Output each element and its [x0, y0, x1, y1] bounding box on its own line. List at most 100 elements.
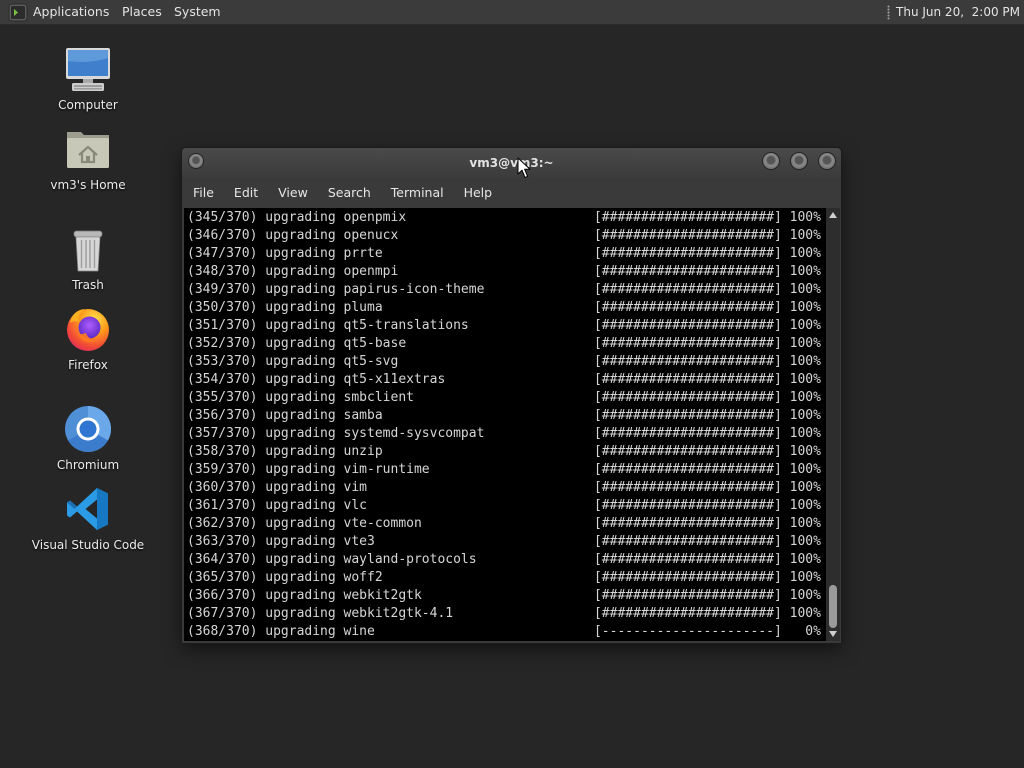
line-percent: 100% [789, 282, 821, 297]
terminal-line: (368/370) upgrading wine [---------------… [187, 623, 826, 641]
line-message: (365/370) upgrading woff2 [187, 570, 383, 585]
line-message: (352/370) upgrading qt5-base [187, 336, 407, 351]
line-message: (347/370) upgrading prrte [187, 246, 383, 261]
terminal-line: (362/370) upgrading vte-common [#########… [187, 515, 826, 533]
line-message: (357/370) upgrading systemd-sysvcompat [187, 426, 485, 441]
close-button[interactable] [819, 153, 835, 169]
line-progress-bar: [######################] [593, 264, 782, 279]
line-progress-bar: [######################] [593, 390, 782, 405]
line-percent: 100% [789, 210, 821, 225]
menu-applications[interactable]: Applications [33, 0, 109, 24]
terminal-line: (353/370) upgrading qt5-svg [############… [187, 353, 826, 371]
top-panel: Applications Places System Thu Jun 20, 2… [0, 0, 1024, 25]
line-message: (366/370) upgrading webkit2gtk [187, 588, 422, 603]
maximize-button[interactable] [791, 153, 807, 169]
terminal-line: (354/370) upgrading qt5-x11extras [######… [187, 371, 826, 389]
terminal-line: (360/370) upgrading vim [################… [187, 479, 826, 497]
line-message: (349/370) upgrading papirus-icon-theme [187, 282, 485, 297]
scroll-up-arrow-icon[interactable] [829, 212, 837, 218]
line-percent: 100% [789, 480, 821, 495]
menu-terminal[interactable]: Terminal [391, 178, 444, 208]
desktop-icon-label: Chromium [56, 458, 120, 472]
menu-search[interactable]: Search [328, 178, 371, 208]
line-percent: 100% [789, 498, 821, 513]
line-message: (346/370) upgrading openucx [187, 228, 399, 243]
line-message: (367/370) upgrading webkit2gtk-4.1 [187, 606, 454, 621]
terminal-window[interactable]: vm3@vm3:~ File Edit View Search Terminal… [182, 148, 841, 643]
line-percent: 100% [789, 426, 821, 441]
menu-view[interactable]: View [278, 178, 308, 208]
home-folder-icon [64, 125, 112, 173]
menu-system[interactable]: System [174, 0, 221, 24]
title-bar[interactable]: vm3@vm3:~ [182, 148, 841, 178]
line-message: (368/370) upgrading wine [187, 624, 375, 639]
computer-icon [64, 45, 112, 93]
scrollbar-thumb[interactable] [829, 585, 837, 628]
line-percent: 100% [789, 300, 821, 315]
mouse-cursor-icon [517, 157, 531, 179]
terminal-line: (365/370) upgrading woff2 [##############… [187, 569, 826, 587]
line-progress-bar: [######################] [593, 480, 782, 495]
line-progress-bar: [######################] [593, 408, 782, 423]
terminal-line: (361/370) upgrading vlc [################… [187, 497, 826, 515]
line-progress-bar: [######################] [593, 534, 782, 549]
line-message: (360/370) upgrading vim [187, 480, 368, 495]
line-progress-bar: [######################] [593, 606, 782, 621]
scrollbar[interactable] [826, 208, 840, 641]
scroll-down-arrow-icon[interactable] [829, 631, 837, 637]
desktop-icon-computer[interactable]: Computer [18, 45, 158, 113]
line-message: (356/370) upgrading samba [187, 408, 383, 423]
terminal-line: (345/370) upgrading openpmix [###########… [187, 209, 826, 227]
line-percent: 100% [789, 354, 821, 369]
desktop-icon-label: Computer [58, 98, 118, 112]
menu-bar: File Edit View Search Terminal Help [182, 178, 841, 208]
line-percent: 100% [789, 570, 821, 585]
desktop-icon-chromium[interactable]: Chromium [18, 405, 158, 473]
desktop-icon-home[interactable]: vm3's Home [18, 125, 158, 193]
line-progress-bar: [######################] [593, 444, 782, 459]
line-progress-bar: [######################] [593, 588, 782, 603]
desktop-icon-firefox[interactable]: Firefox [18, 305, 158, 373]
terminal-line: (356/370) upgrading samba [##############… [187, 407, 826, 425]
desktop-icon-trash[interactable]: Trash [18, 225, 158, 293]
terminal-line: (367/370) upgrading webkit2gtk-4.1 [#####… [187, 605, 826, 623]
terminal-line: (355/370) upgrading smbclient [##########… [187, 389, 826, 407]
terminal-line: (351/370) upgrading qt5-translations [###… [187, 317, 826, 335]
terminal-line: (346/370) upgrading openucx [############… [187, 227, 826, 245]
terminal-line: (347/370) upgrading prrte [##############… [187, 245, 826, 263]
line-progress-bar: [######################] [593, 498, 782, 513]
line-percent: 100% [789, 534, 821, 549]
desktop-icon-label: Visual Studio Code [31, 538, 145, 552]
line-percent: 100% [789, 408, 821, 423]
menu-edit[interactable]: Edit [234, 178, 258, 208]
line-message: (351/370) upgrading qt5-translations [187, 318, 469, 333]
desktop[interactable]: Applications Places System Thu Jun 20, 2… [0, 0, 1024, 768]
line-message: (353/370) upgrading qt5-svg [187, 354, 399, 369]
line-message: (345/370) upgrading openpmix [187, 210, 407, 225]
clock[interactable]: Thu Jun 20, 2:00 PM [896, 0, 1020, 24]
desktop-icon-vscode[interactable]: Visual Studio Code [18, 485, 158, 553]
menu-file[interactable]: File [193, 178, 214, 208]
mate-menu-icon[interactable] [8, 3, 28, 22]
line-progress-bar: [######################] [593, 300, 782, 315]
menu-places[interactable]: Places [122, 0, 162, 24]
line-percent: 100% [789, 552, 821, 567]
line-progress-bar: [######################] [593, 516, 782, 531]
terminal-output[interactable]: (345/370) upgrading openpmix [###########… [184, 208, 826, 641]
terminal-line: (359/370) upgrading vim-runtime [########… [187, 461, 826, 479]
line-progress-bar: [######################] [593, 318, 782, 333]
menu-help[interactable]: Help [464, 178, 493, 208]
line-progress-bar: [######################] [593, 228, 782, 243]
terminal-line: (357/370) upgrading systemd-sysvcompat [#… [187, 425, 826, 443]
line-progress-bar: [######################] [593, 336, 782, 351]
line-message: (362/370) upgrading vte-common [187, 516, 422, 531]
trash-icon [64, 225, 112, 273]
line-percent: 100% [789, 390, 821, 405]
line-percent: 100% [789, 588, 821, 603]
minimize-button[interactable] [763, 153, 779, 169]
line-progress-bar: [######################] [593, 372, 782, 387]
line-message: (358/370) upgrading unzip [187, 444, 383, 459]
line-message: (364/370) upgrading wayland-protocols [187, 552, 477, 567]
terminal-line: (348/370) upgrading openmpi [############… [187, 263, 826, 281]
line-message: (355/370) upgrading smbclient [187, 390, 414, 405]
